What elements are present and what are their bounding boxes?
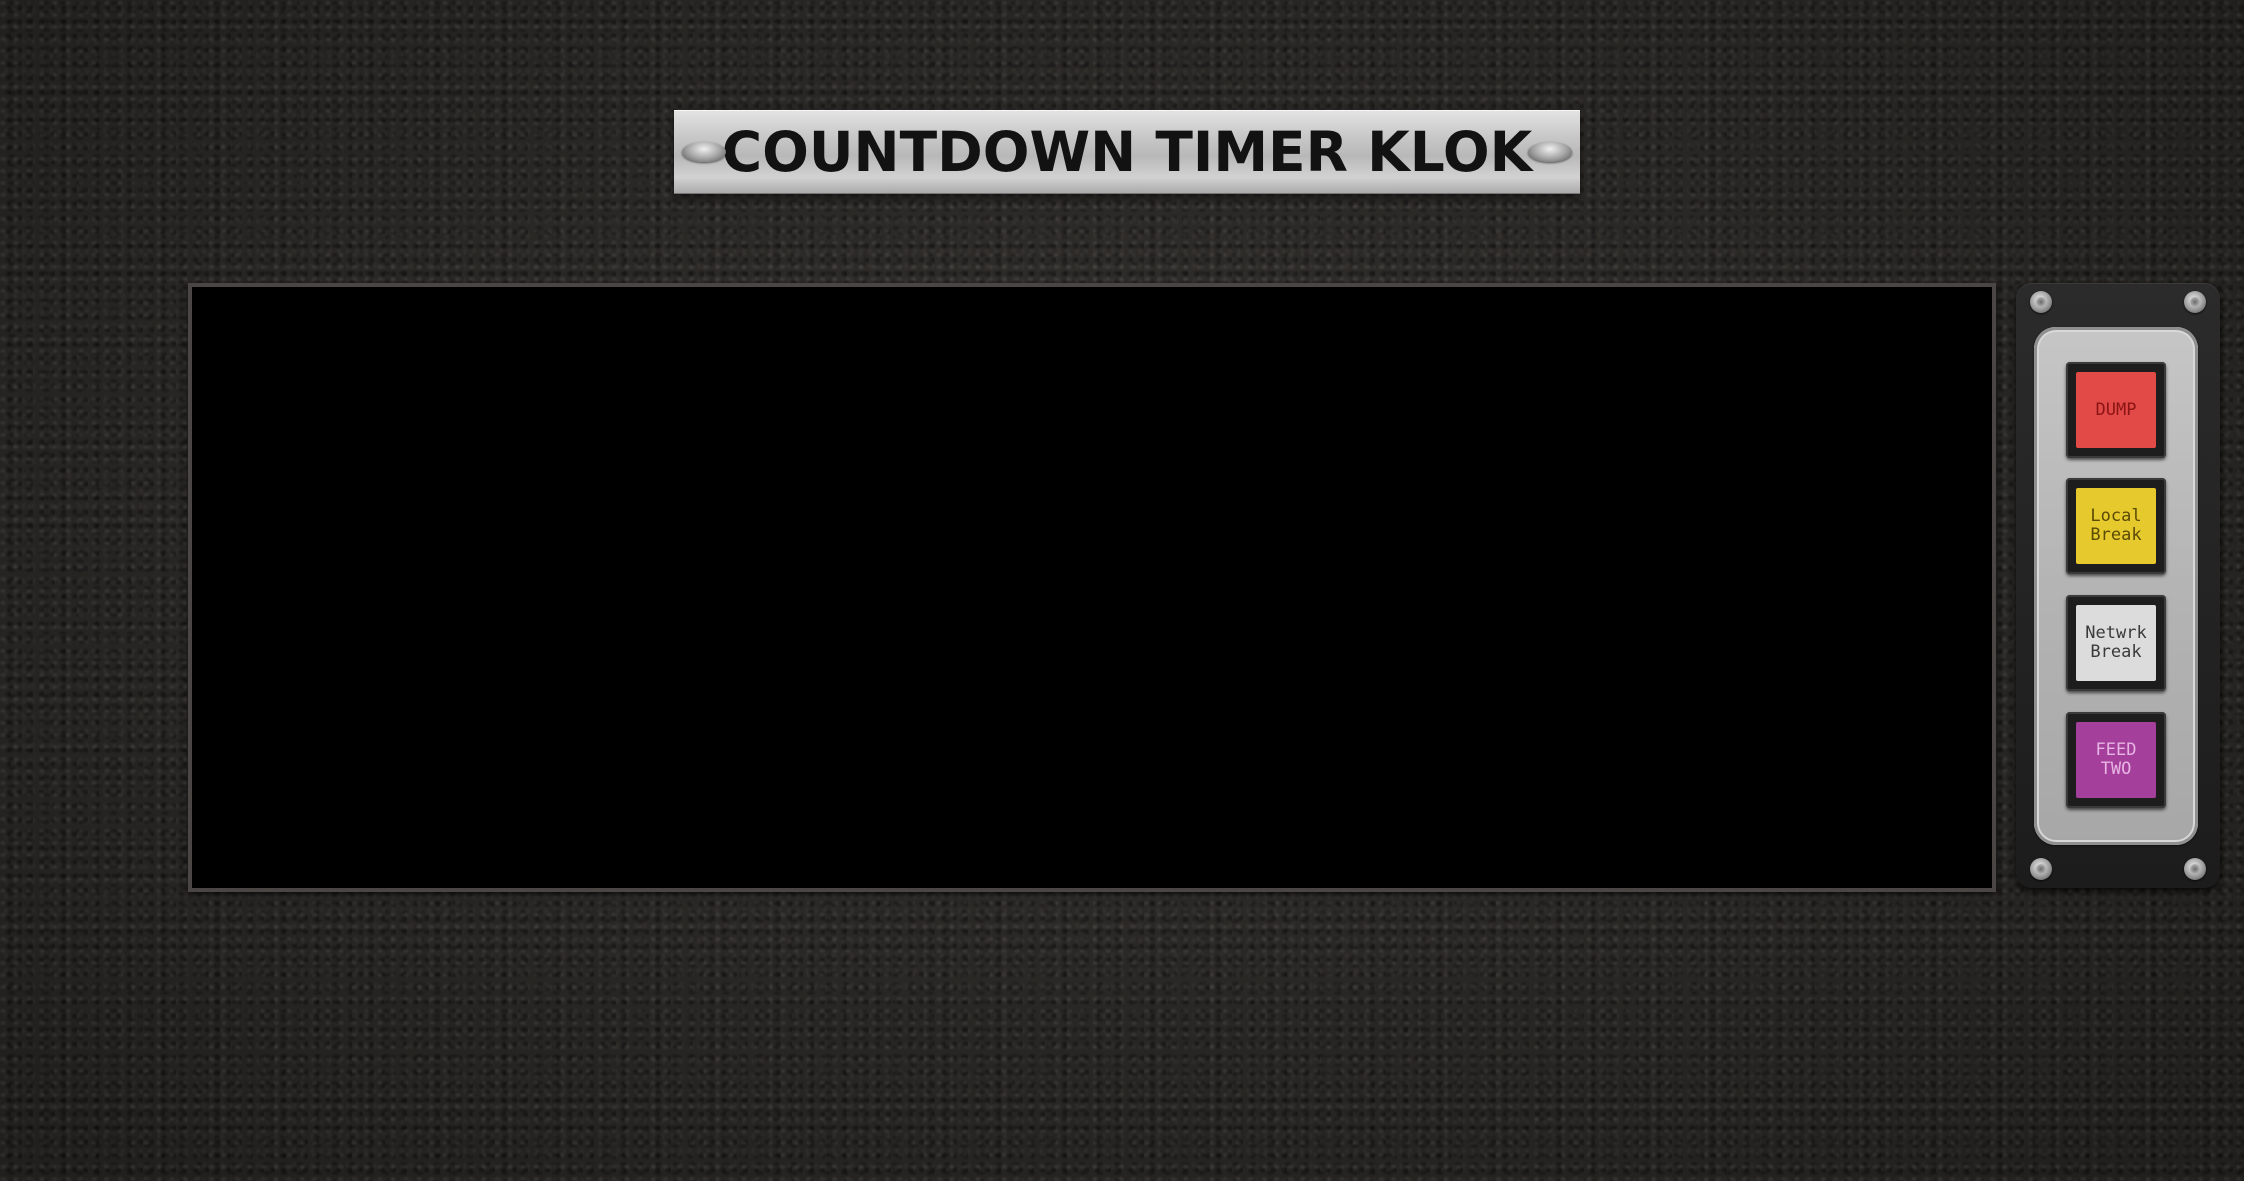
page-title: COUNTDOWN TIMER KLOK xyxy=(721,120,1533,184)
dump-button-label: DUMP xyxy=(2076,372,2156,448)
local-break-button-label: Local Break xyxy=(2076,488,2156,564)
network-break-button[interactable]: Netwrk Break xyxy=(2066,595,2166,691)
title-plate: COUNTDOWN TIMER KLOK xyxy=(674,110,1580,194)
screw-icon xyxy=(2030,291,2052,313)
feed-two-button-label: FEED TWO xyxy=(2076,722,2156,798)
screw-icon xyxy=(2184,858,2206,880)
button-box: DUMP Local Break Netwrk Break FEED TWO xyxy=(2016,283,2220,888)
screw-icon xyxy=(682,142,726,162)
screw-icon xyxy=(2030,858,2052,880)
screw-icon xyxy=(1528,142,1572,162)
dump-button[interactable]: DUMP xyxy=(2066,362,2166,458)
screw-icon xyxy=(2184,291,2206,313)
local-break-button[interactable]: Local Break xyxy=(2066,478,2166,574)
timer-display xyxy=(192,287,1992,888)
feed-two-button[interactable]: FEED TWO xyxy=(2066,712,2166,808)
button-panel: DUMP Local Break Netwrk Break FEED TWO xyxy=(2034,327,2198,845)
display-frame xyxy=(188,283,1996,892)
network-break-button-label: Netwrk Break xyxy=(2076,605,2156,681)
